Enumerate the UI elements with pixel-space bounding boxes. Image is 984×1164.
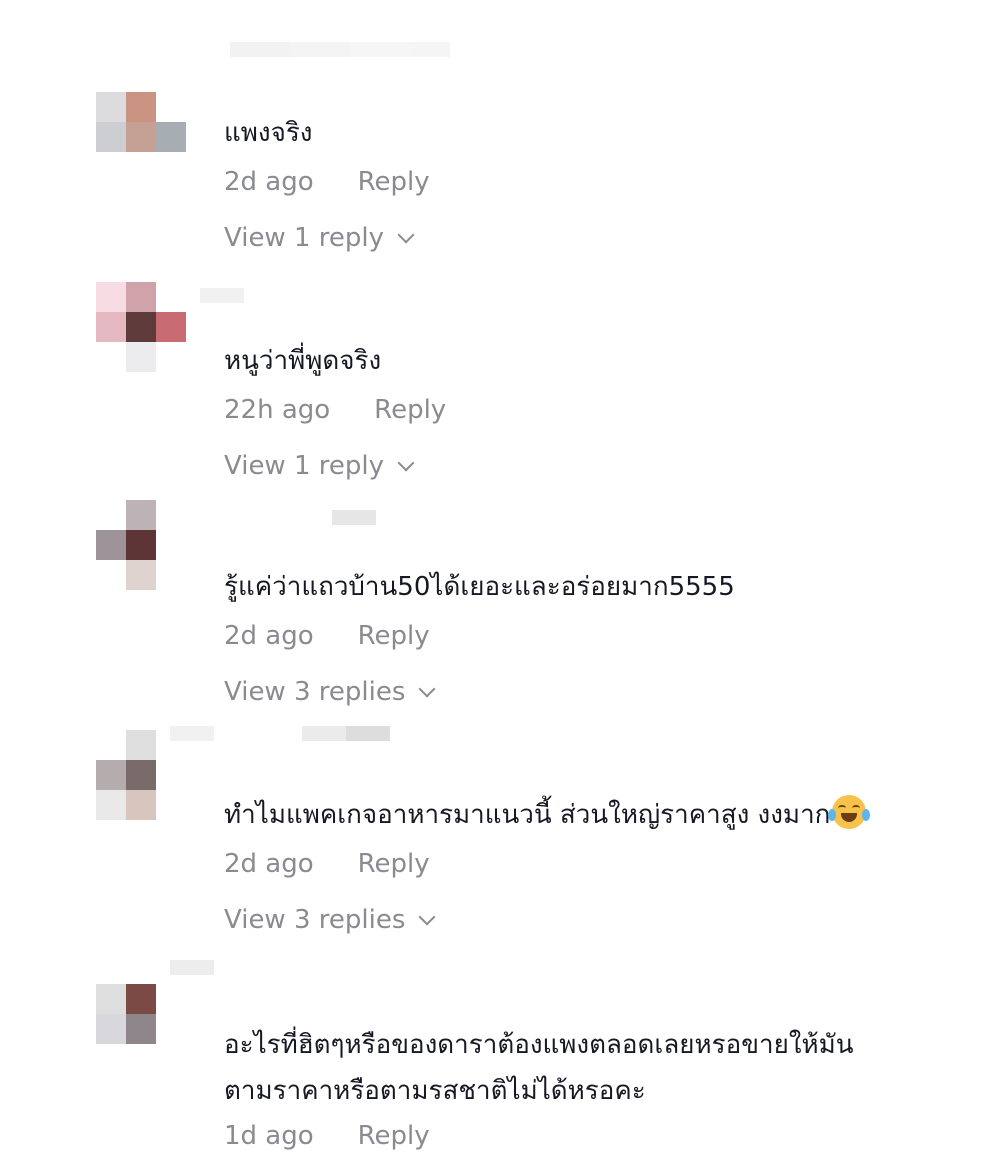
avatar-pixel [126,1014,156,1044]
avatar-pixel [126,282,156,312]
avatar-pixel [156,122,186,152]
avatar-pixel [96,62,126,92]
reply-button[interactable]: Reply [358,167,430,197]
username[interactable] [200,510,376,570]
avatar[interactable] [96,282,186,372]
comment-time: 2d ago [224,167,314,197]
comment-text: ทำไมแพคเกจอาหารมาแนวนี้ ส่วนใหญ่ราคาสูง … [224,792,871,838]
avatar-pixel [96,560,126,590]
comment-meta: 1d ago Reply [224,1121,430,1151]
view-replies-button[interactable]: View 3 replies [224,677,436,707]
avatar-pixel [156,530,186,560]
comment-text-line: แพงจริง [224,118,313,148]
face-with-tears-of-joy-icon [828,795,871,829]
avatar-pixel [96,342,126,372]
chevron-down-icon [397,454,415,472]
avatar-pixel [126,530,156,560]
avatar-pixel [126,790,156,820]
comment-meta: 2d ago Reply [224,621,430,651]
view-replies-button[interactable]: View 1 reply [224,223,415,253]
comment-text: รู้แค่ว่าแถวบ้าน50ได้เยอะและอร่อยมาก5555 [224,564,735,610]
view-replies-label: View 3 replies [224,905,406,935]
chevron-down-icon [397,226,415,244]
avatar-pixel [156,312,186,342]
avatar-pixel [126,560,156,590]
comment-text: แพงจริง [224,110,313,156]
avatar-pixel [126,122,156,152]
view-replies-label: View 1 reply [224,223,384,253]
avatar-pixel [156,500,186,530]
avatar-pixel [126,312,156,342]
comment-meta: 2d ago Reply [224,167,430,197]
avatar-pixel [156,790,186,820]
avatar-pixel [96,954,126,984]
avatar-pixel [96,984,126,1014]
avatar-pixel [96,500,126,530]
comment-text-content: ทำไมแพคเกจอาหารมาแนวนี้ ส่วนใหญ่ราคาสูง … [224,800,831,830]
avatar-pixel [126,730,156,760]
avatar[interactable] [96,500,186,590]
comment-text: หนูว่าพี่พูดจริง [224,338,381,384]
comment-time: 2d ago [224,849,314,879]
avatar-pixel [96,122,126,152]
view-replies-button[interactable]: View 1 reply [224,451,415,481]
avatar-pixel [96,92,126,122]
avatar-pixel [96,282,126,312]
view-replies-button[interactable]: View 3 replies [224,905,436,935]
avatar-pixel [126,984,156,1014]
avatar-pixel [126,500,156,530]
view-replies-label: View 1 reply [224,451,384,481]
view-replies-label: View 3 replies [224,677,406,707]
comment-text: อะไรที่ฮิตๆหรือของดาราต้องแพงตลอดเลยหรอข… [224,1022,854,1114]
reply-button[interactable]: Reply [374,395,446,425]
avatar-pixel [126,92,156,122]
username[interactable] [170,726,390,786]
reply-button[interactable]: Reply [358,621,430,651]
comment-meta: 2d ago Reply [224,849,430,879]
comment-time: 1d ago [224,1121,314,1151]
comment-text-line: รู้แค่ว่าแถวบ้าน50ได้เยอะและอร่อยมาก5555 [224,572,735,602]
comment-meta: 22h ago Reply [224,395,446,425]
comment-time: 22h ago [224,395,331,425]
avatar-pixel [96,790,126,820]
avatar-pixel [96,312,126,342]
avatar-pixel [96,530,126,560]
comment-text-line: ตามราคาหรือตามรสชาติไม่ได้หรอคะ [224,1076,646,1106]
avatar-pixel [126,342,156,372]
avatar-pixel [156,560,186,590]
avatar-pixel [96,730,126,760]
chevron-down-icon [418,908,436,926]
comment-text-line: อะไรที่ฮิตๆหรือของดาราต้องแพงตลอดเลยหรอข… [224,1030,854,1060]
reply-button[interactable]: Reply [358,1121,430,1151]
avatar-pixel [96,1014,126,1044]
avatar-pixel [126,954,156,984]
chevron-down-icon [418,680,436,698]
avatar-pixel [156,282,186,312]
username[interactable] [170,42,450,102]
comment-text-line: หนูว่าพี่พูดจริง [224,346,382,376]
avatar-pixel [126,62,156,92]
avatar-pixel [156,342,186,372]
avatar-pixel [126,760,156,790]
reply-button[interactable]: Reply [358,849,430,879]
avatar-pixel [96,760,126,790]
username[interactable] [170,960,302,1020]
comment-time: 2d ago [224,621,314,651]
comment-text-line: ทำไมแพคเกจอาหารมาแนวนี้ ส่วนใหญ่ราคาสูง … [224,792,871,838]
